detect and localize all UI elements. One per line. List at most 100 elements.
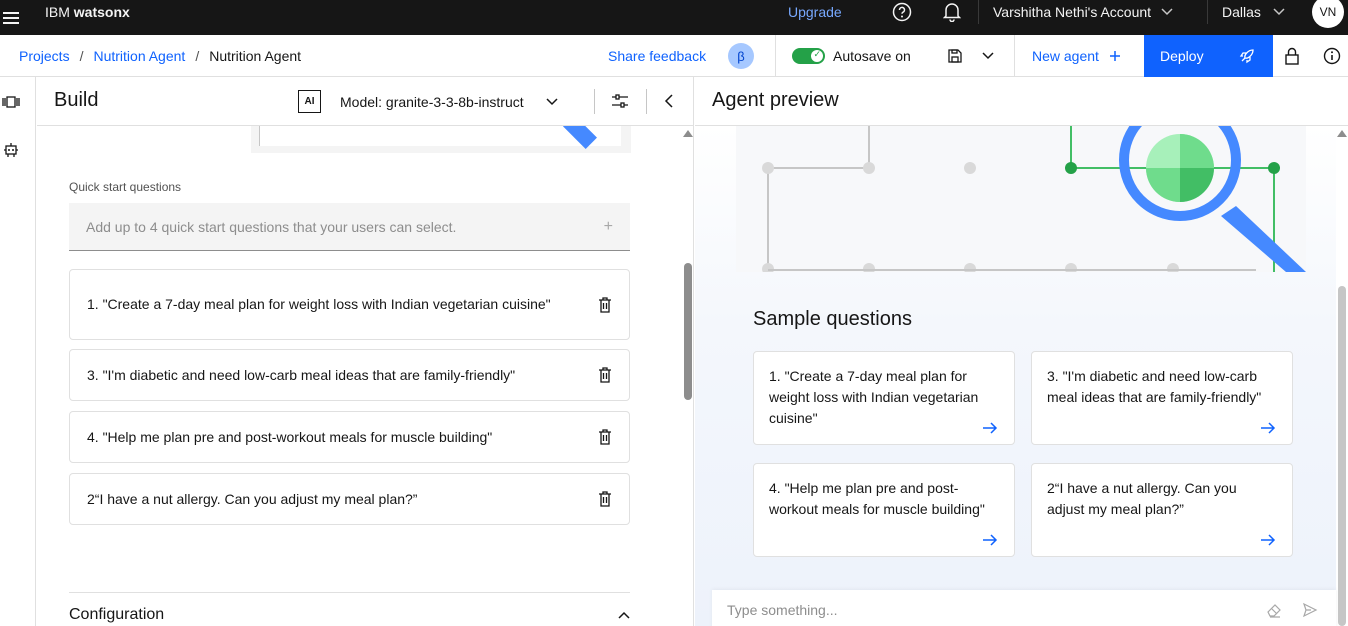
question-text[interactable]: 2“I have a nut allergy. Can you adjust m… — [87, 490, 417, 509]
region-name: Dallas — [1222, 4, 1261, 20]
model-selector[interactable]: Model: granite-3-3-8b-instruct — [340, 77, 558, 126]
preview-content: Sample questions 1. "Create a 7-day meal… — [695, 126, 1336, 626]
menu-icon[interactable] — [0, 0, 22, 35]
chat-input-placeholder: Type something... — [727, 601, 838, 618]
preview-header: Agent preview — [695, 77, 1348, 126]
divider — [69, 592, 630, 593]
configuration-section-toggle[interactable]: Configuration — [69, 606, 630, 624]
arrow-right-icon — [1261, 534, 1276, 546]
image-frame — [259, 115, 621, 149]
autosave-toggle[interactable]: ✓ Autosave on — [792, 35, 911, 77]
question-text[interactable]: 1. "Create a 7-day meal plan for weight … — [87, 295, 551, 314]
build-header: Build AI Model: granite-3-3-8b-instruct — [37, 77, 693, 126]
sample-question-card[interactable]: 2“I have a nut allergy. Can you adjust m… — [1031, 463, 1293, 557]
divider — [646, 89, 647, 114]
question-card[interactable]: 4. "Help me plan pre and post-workout me… — [69, 411, 630, 463]
scrollbar-thumb[interactable] — [1338, 286, 1346, 626]
layout-icon[interactable] — [2, 93, 20, 111]
lock-icon[interactable] — [1284, 47, 1300, 65]
trash-icon[interactable] — [598, 490, 612, 508]
quick-start-input[interactable]: Add up to 4 quick start questions that y… — [69, 203, 630, 251]
divider — [775, 35, 776, 77]
breadcrumb: Projects / Nutrition Agent / Nutrition A… — [19, 35, 301, 77]
question-text[interactable]: 3. "I'm diabetic and need low-carb meal … — [87, 366, 515, 385]
build-title: Build — [54, 89, 99, 111]
region-switcher[interactable]: Dallas — [1207, 0, 1307, 24]
notification-icon[interactable] — [937, 0, 967, 24]
sample-question-card[interactable]: 4. "Help me plan pre and post-workout me… — [753, 463, 1015, 557]
sample-question-card[interactable]: 1. "Create a 7-day meal plan for weight … — [753, 351, 1015, 445]
share-feedback-link[interactable]: Share feedback — [608, 35, 706, 77]
chevron-down-icon — [1161, 8, 1173, 16]
eraser-icon[interactable] — [1266, 602, 1282, 618]
chevron-down-icon[interactable] — [981, 48, 995, 62]
question-card[interactable]: 1. "Create a 7-day meal plan for weight … — [69, 269, 630, 340]
plus-icon — [1109, 51, 1120, 61]
info-icon[interactable] — [1323, 47, 1341, 65]
configuration-title: Configuration — [69, 606, 165, 623]
chat-input[interactable]: Type something... — [712, 590, 1336, 626]
quick-start-label: Quick start questions — [69, 180, 182, 194]
agent-preview-panel: Agent preview Sample questions 1. "Creat… — [695, 77, 1348, 626]
brand-logo[interactable]: IBM watsonx — [45, 0, 130, 24]
plus-icon[interactable]: + — [604, 218, 613, 236]
account-name: Varshitha Nethi's Account — [993, 4, 1152, 20]
help-icon[interactable] — [887, 0, 917, 24]
arrow-right-icon — [983, 422, 998, 434]
rocket-icon — [1239, 49, 1254, 64]
breadcrumb-project[interactable]: Nutrition Agent — [93, 48, 185, 64]
question-text[interactable]: 4. "Help me plan pre and post-workout me… — [87, 428, 492, 447]
sub-header: Projects / Nutrition Agent / Nutrition A… — [0, 35, 1348, 77]
bot-icon[interactable] — [2, 141, 20, 159]
agent-image-preview — [251, 115, 631, 153]
top-bar: IBM watsonx Upgrade Varshitha Nethi's Ac… — [0, 0, 1348, 35]
agent-illustration — [736, 126, 1306, 272]
chevron-up-icon — [618, 611, 630, 619]
arrow-right-icon — [1261, 422, 1276, 434]
deploy-label: Deploy — [1160, 48, 1204, 64]
breadcrumb-current: Nutrition Agent — [209, 48, 302, 64]
deploy-button[interactable]: Deploy — [1144, 35, 1273, 77]
question-card[interactable]: 2“I have a nut allergy. Can you adjust m… — [69, 473, 630, 525]
chevron-down-icon — [546, 97, 558, 105]
sample-question-text: 2“I have a nut allergy. Can you adjust m… — [1047, 480, 1237, 517]
scroll-up-icon[interactable] — [1337, 130, 1347, 137]
sample-question-text: 3. "I'm diabetic and need low-carb meal … — [1047, 368, 1262, 405]
sample-question-text: 4. "Help me plan pre and post-workout me… — [769, 480, 985, 517]
brand-prefix: IBM — [45, 4, 70, 20]
breadcrumb-separator: / — [195, 48, 200, 64]
scroll-up-icon[interactable] — [683, 130, 693, 137]
checkmark-icon: ✓ — [813, 49, 821, 59]
trash-icon[interactable] — [598, 366, 612, 384]
scrollbar[interactable] — [682, 126, 693, 626]
trash-icon[interactable] — [598, 296, 612, 314]
sample-questions-title: Sample questions — [753, 308, 912, 330]
tune-icon[interactable] — [611, 92, 629, 110]
sample-question-card[interactable]: 3. "I'm diabetic and need low-carb meal … — [1031, 351, 1293, 445]
build-panel: Build AI Model: granite-3-3-8b-instruct … — [37, 77, 694, 626]
breadcrumb-projects[interactable]: Projects — [19, 48, 70, 64]
breadcrumb-separator: / — [79, 48, 84, 64]
upgrade-link[interactable]: Upgrade — [788, 0, 842, 24]
question-card[interactable]: 3. "I'm diabetic and need low-carb meal … — [69, 349, 630, 401]
send-icon[interactable] — [1302, 602, 1318, 618]
scrollbar[interactable] — [1336, 126, 1348, 626]
avatar[interactable]: VN — [1312, 0, 1344, 28]
divider — [1014, 35, 1015, 77]
arrow-right-icon — [983, 534, 998, 546]
model-label: Model: granite-3-3-8b-instruct — [340, 93, 524, 110]
trash-icon[interactable] — [598, 428, 612, 446]
preview-title: Agent preview — [712, 89, 839, 111]
chevron-left-icon[interactable] — [663, 93, 675, 109]
build-content: Quick start questions Add up to 4 quick … — [37, 115, 682, 626]
scrollbar-thumb[interactable] — [684, 263, 692, 400]
account-switcher[interactable]: Varshitha Nethi's Account — [978, 0, 1201, 24]
new-agent-label: New agent — [1032, 48, 1099, 64]
save-icon[interactable] — [947, 48, 963, 64]
divider — [594, 89, 595, 114]
toggle-switch[interactable]: ✓ — [792, 48, 825, 64]
brand-name: watsonx — [73, 4, 130, 20]
new-agent-button[interactable]: New agent — [1032, 35, 1121, 77]
chevron-down-icon — [1273, 8, 1285, 16]
autosave-label: Autosave on — [833, 48, 911, 64]
